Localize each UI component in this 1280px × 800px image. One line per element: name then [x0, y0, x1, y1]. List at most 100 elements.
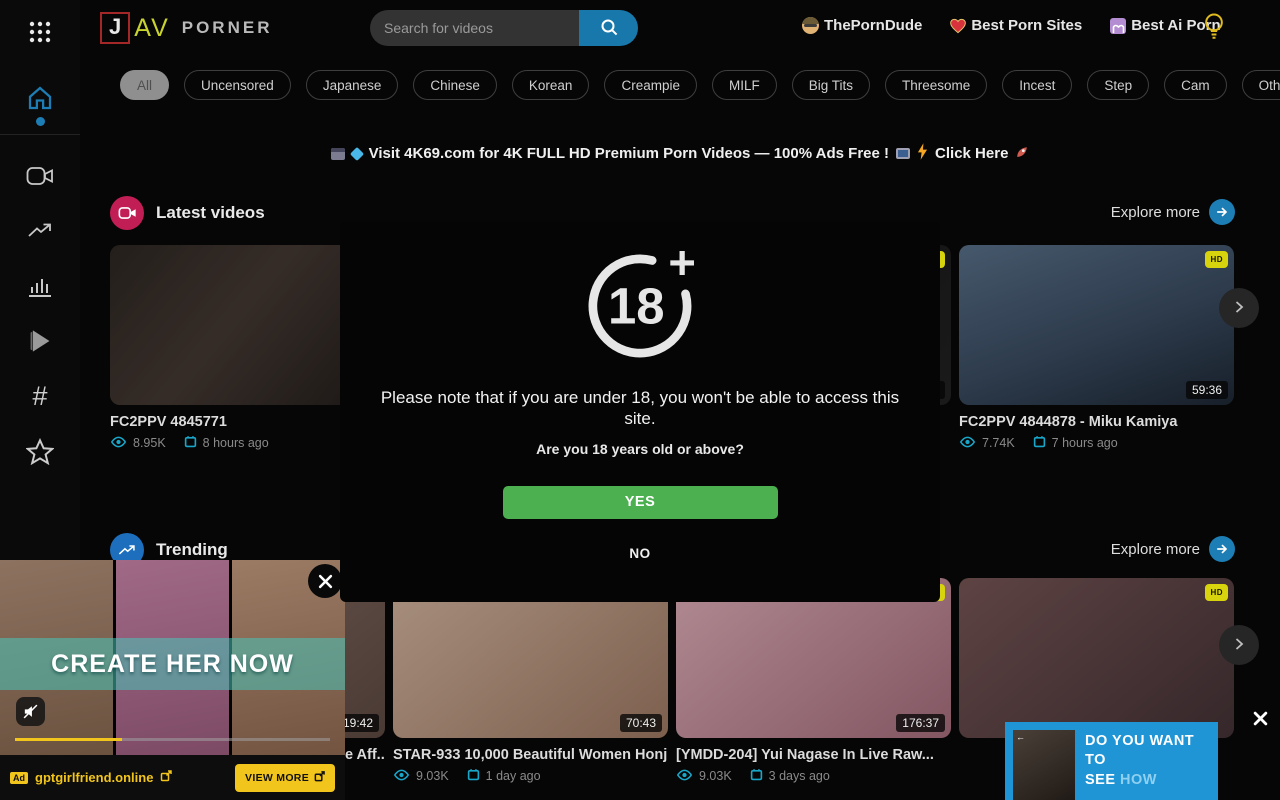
age-gate-question: Are you 18 years old or above? [340, 441, 940, 457]
link-label: ThePornDude [824, 17, 922, 34]
ad-text-line1: DO YOU WANT TO [1085, 732, 1218, 771]
bar-chart-icon[interactable] [20, 266, 60, 306]
video-thumbnail[interactable]: HD [959, 578, 1234, 738]
promo-banner-text: Visit 4K69.com for 4K FULL HD Premium Po… [369, 145, 889, 162]
ad-image-placeholder: ← [1013, 730, 1075, 800]
duration-badge: 59:36 [1186, 381, 1228, 399]
latest-explore-more[interactable]: Explore more [1111, 199, 1235, 225]
search-input[interactable] [370, 10, 579, 46]
hashtag-glyph: # [32, 381, 47, 412]
promo-banner-cta: Click Here [935, 145, 1008, 162]
no-button[interactable]: NO [340, 546, 940, 561]
category-chip-big-tits[interactable]: Big Tits [792, 70, 870, 100]
ad-close-icon[interactable] [1248, 706, 1272, 730]
category-chip-incest[interactable]: Incest [1002, 70, 1072, 100]
section-title: Latest videos [156, 203, 265, 223]
category-chip-japanese[interactable]: Japanese [306, 70, 399, 100]
ad-text: DO YOU WANT TO SEE HOW [1075, 722, 1218, 800]
video-card[interactable]: HD 176:37 [YMDD-204] Yui Nagase In Live … [676, 578, 951, 784]
ad-close-icon[interactable] [308, 564, 342, 598]
video-title[interactable]: FC2PPV 4844878 - Miku Kamiya [959, 414, 1234, 430]
banner-ad[interactable]: ← DO YOU WANT TO SEE HOW [1005, 722, 1218, 800]
category-chip-uncensored[interactable]: Uncensored [184, 70, 291, 100]
arrow-right-icon [1209, 536, 1235, 562]
trending-up-icon[interactable] [20, 211, 60, 251]
link-theporndude[interactable]: ThePornDude [802, 17, 922, 34]
ad-text-line2: SEE HOW [1085, 771, 1218, 791]
category-chip-korean[interactable]: Korean [512, 70, 590, 100]
video-thumbnail[interactable]: HD 59:36 [959, 245, 1234, 405]
posted-time: 7 hours ago [1052, 436, 1118, 450]
hd-badge: HD [1205, 251, 1228, 268]
apps-grid-icon[interactable] [20, 12, 60, 52]
video-camera-icon[interactable] [20, 156, 60, 196]
logo-name: PORNER [182, 18, 273, 38]
view-count: 7.74K [982, 436, 1015, 450]
calendar-icon [750, 768, 763, 784]
category-chip-milf[interactable]: MILF [712, 70, 777, 100]
video-title[interactable]: STAR-933 10,000 Beautiful Women Honj... [393, 747, 668, 763]
posted-time: 1 day ago [486, 769, 541, 783]
video-title[interactable]: [YMDD-204] Yui Nagase In Live Raw... [676, 747, 951, 763]
category-chip-threesome[interactable]: Threesome [885, 70, 987, 100]
rocket-icon [1015, 145, 1029, 163]
view-more-button[interactable]: VIEW MORE [235, 764, 335, 792]
eye-icon [393, 769, 410, 784]
trending-explore-more[interactable]: Explore more [1111, 536, 1235, 562]
heart-icon [950, 18, 966, 34]
search-icon [599, 17, 619, 40]
category-chip-cam[interactable]: Cam [1164, 70, 1227, 100]
explore-more-label: Explore more [1111, 204, 1200, 221]
external-link-icon [160, 769, 172, 787]
calendar-icon [467, 768, 480, 784]
category-chip-other[interactable]: Other [1242, 70, 1280, 100]
video-camera-icon [110, 196, 144, 230]
lightbulb-icon[interactable] [1202, 12, 1226, 42]
promo-banner-link[interactable]: Visit 4K69.com for 4K FULL HD Premium Po… [331, 143, 1030, 164]
video-card[interactable]: HD [959, 578, 1234, 738]
clapperboard-icon [331, 148, 345, 160]
age-gate-message: Please note that if you are under 18, yo… [370, 387, 910, 430]
search-bar [370, 10, 638, 46]
search-button[interactable] [579, 10, 638, 46]
view-more-label: VIEW MORE [245, 772, 309, 784]
video-thumbnail[interactable]: HD 70:43 [393, 578, 668, 738]
category-chip-chinese[interactable]: Chinese [413, 70, 497, 100]
video-thumbnail[interactable]: HD 176:37 [676, 578, 951, 738]
mute-icon[interactable] [16, 697, 45, 726]
svg-text:18: 18 [608, 277, 665, 334]
posted-time: 8 hours ago [203, 436, 269, 450]
video-ad[interactable]: CREATE HER NOW Ad gptgirlfriend.online V… [0, 560, 345, 800]
arrow-right-icon [1209, 199, 1235, 225]
purple-ai-icon [1110, 18, 1126, 34]
play-icon[interactable] [20, 321, 60, 361]
chevron-right-icon [1231, 299, 1247, 318]
tv-icon [896, 148, 910, 159]
category-chip-all[interactable]: All [120, 70, 169, 100]
external-link-icon [314, 771, 325, 785]
duration-badge: 70:43 [620, 714, 662, 732]
top-bar: J AV PORNER ThePornDude Best Porn Sites … [80, 0, 1280, 56]
video-card[interactable]: HD 70:43 STAR-933 10,000 Beautiful Women… [393, 578, 668, 784]
star-icon[interactable] [20, 431, 60, 471]
latest-videos-header: Latest videos [110, 196, 265, 230]
site-logo[interactable]: J AV PORNER [100, 12, 272, 44]
category-chip-step[interactable]: Step [1087, 70, 1149, 100]
18-plus-icon: 18 + [340, 244, 940, 373]
ad-domain-link[interactable]: gptgirlfriend.online [35, 770, 153, 785]
link-best-porn-sites[interactable]: Best Porn Sites [950, 17, 1082, 34]
ad-progress-fill [15, 738, 122, 741]
trending-carousel-next-button[interactable] [1219, 625, 1259, 665]
home-icon[interactable] [20, 78, 60, 118]
yes-button[interactable]: YES [503, 486, 778, 519]
latest-carousel-next-button[interactable] [1219, 288, 1259, 328]
category-chip-creampie[interactable]: Creampie [604, 70, 697, 100]
ad-headline: CREATE HER NOW [51, 650, 294, 679]
video-card[interactable]: HD 59:36 FC2PPV 4844878 - Miku Kamiya 7.… [959, 245, 1234, 451]
promo-banner: Visit 4K69.com for 4K FULL HD Premium Po… [80, 143, 1280, 165]
ad-info-bar: Ad gptgirlfriend.online VIEW MORE [0, 755, 345, 800]
eye-icon [110, 436, 127, 451]
hashtag-icon[interactable]: # [20, 376, 60, 416]
view-count: 8.95K [133, 436, 166, 450]
back-arrow-icon: ← [1016, 732, 1025, 742]
